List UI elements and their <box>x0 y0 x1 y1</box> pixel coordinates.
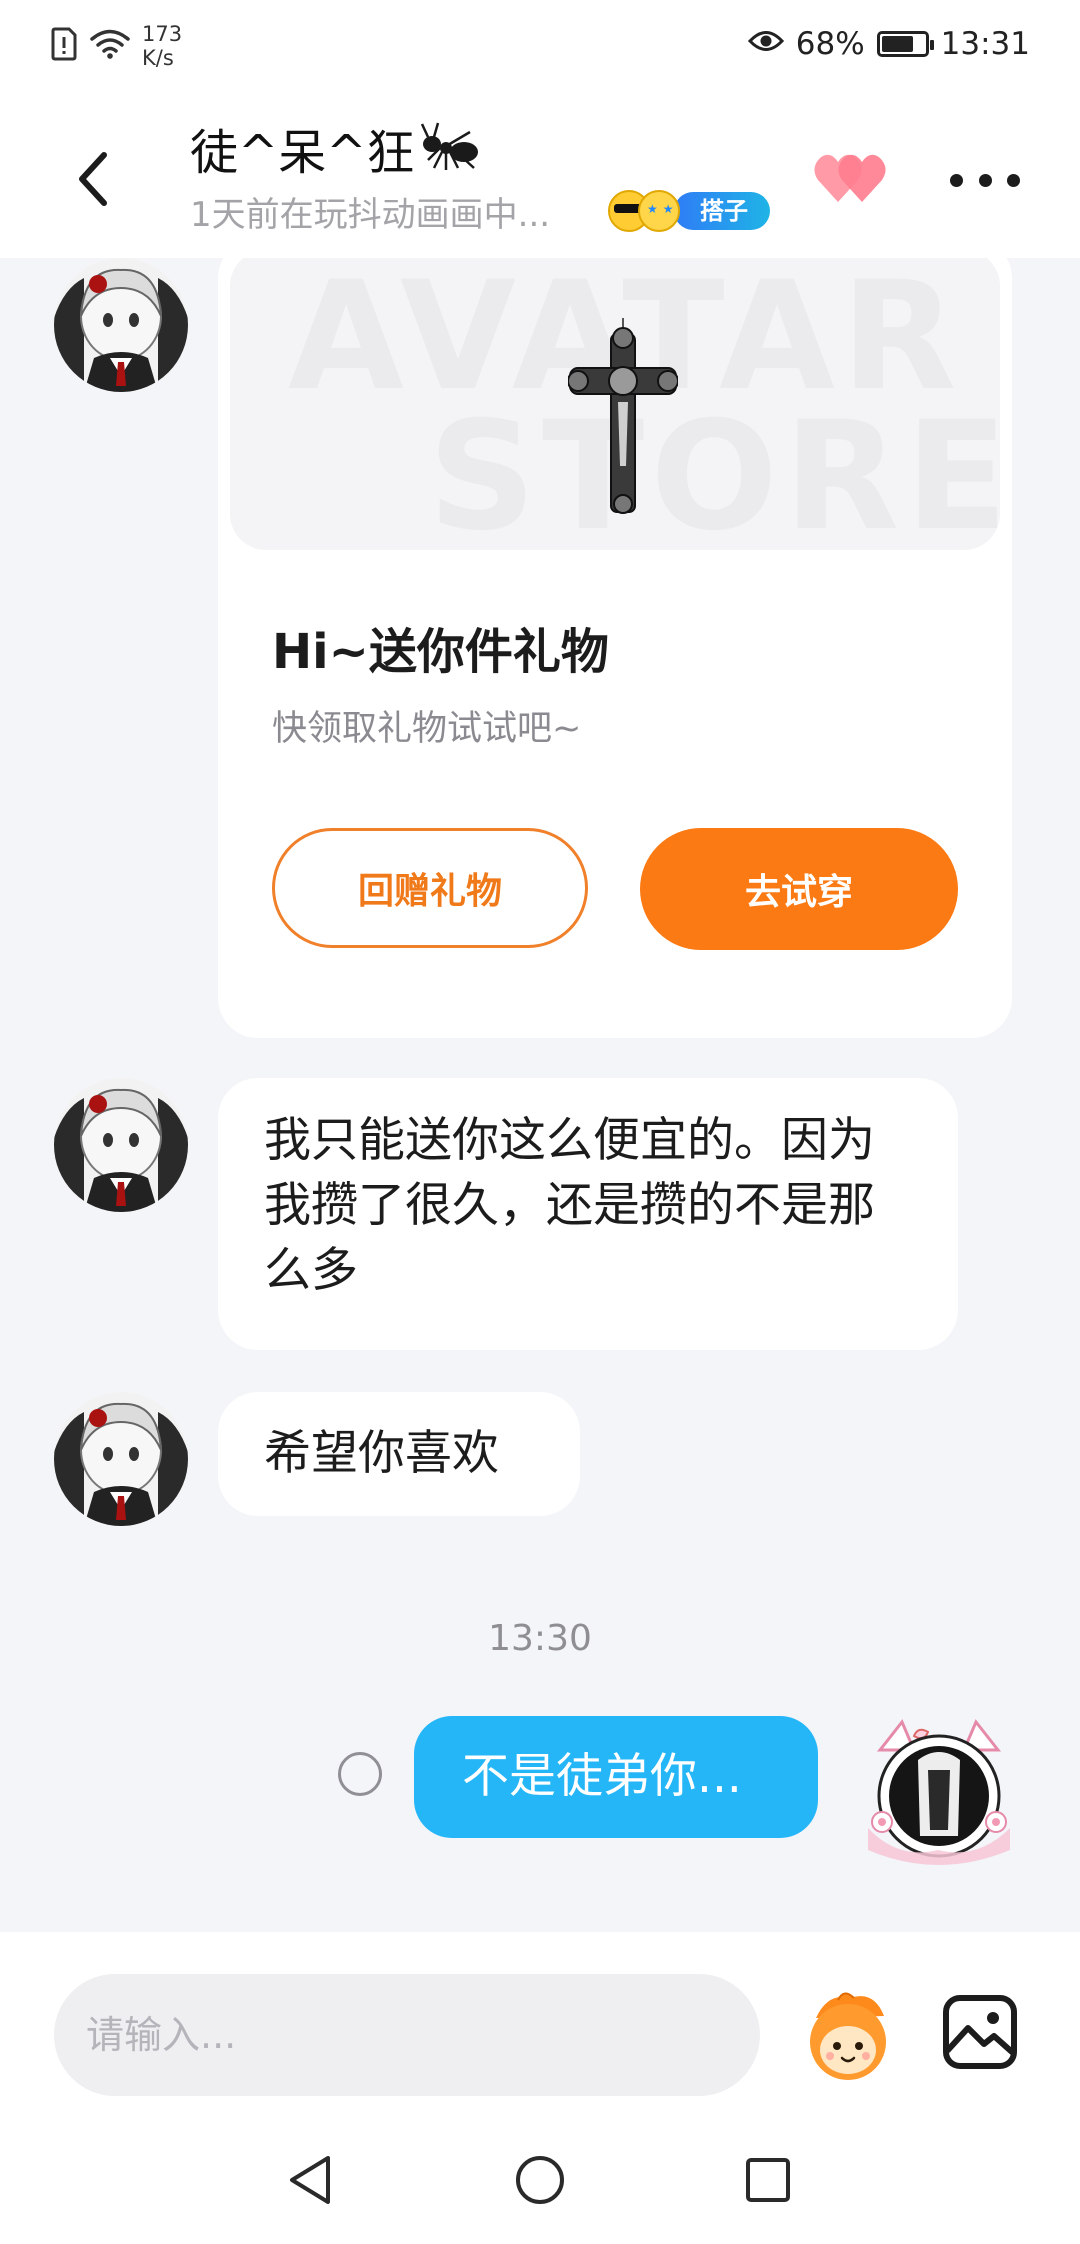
input-bar <box>0 1932 1080 2112</box>
network-speed-value: 173 <box>142 22 183 46</box>
message-input[interactable] <box>54 1974 760 2096</box>
relation-badge[interactable]: ★★ 搭子 <box>608 190 770 232</box>
system-nav-bar <box>0 2112 1080 2244</box>
status-bar: 173 K/s 68% 13:31 <box>0 0 1080 100</box>
nav-back-button[interactable] <box>284 2152 336 2208</box>
message-bubble[interactable]: 希望你喜欢 <box>218 1392 580 1516</box>
contact-name-text: 徒^呆^狂 <box>190 125 415 181</box>
clock: 13:31 <box>940 26 1030 62</box>
heart-icon <box>814 154 886 202</box>
status-right: 68% 13:31 <box>747 26 1030 62</box>
store-watermark-line2: STORE <box>428 390 1000 550</box>
ant-icon <box>418 118 482 188</box>
battery-level-fill <box>881 36 913 52</box>
sending-status-icon <box>338 1752 382 1796</box>
gift-subtitle: 快领取礼物试试吧~ <box>272 709 582 749</box>
heart-button[interactable] <box>812 148 892 208</box>
relation-badge-label: 搭子 <box>674 192 770 230</box>
square-recent-icon <box>746 2158 790 2202</box>
contact-status: 1天前在玩抖动画画中... <box>190 195 551 235</box>
my-message-text: 不是徒弟你... <box>462 1749 742 1804</box>
battery-icon <box>876 31 934 57</box>
message-text: 希望你喜欢 <box>264 1426 499 1481</box>
contact-avatar[interactable] <box>54 1392 188 1526</box>
cross-necklace-icon <box>568 318 678 514</box>
image-button[interactable] <box>942 1994 1018 2070</box>
battery-percent: 68% <box>795 26 865 62</box>
triangle-back-icon <box>290 2156 330 2204</box>
chat-header: 徒^呆^狂 1天前在玩抖动画画中... ★★ 搭子 <box>0 100 1080 258</box>
message-bubble[interactable]: 我只能送你这么便宜的。因为我攒了很久，还是攒的不是那么多 <box>218 1078 958 1350</box>
back-button[interactable] <box>62 144 122 214</box>
back-icon <box>79 152 107 206</box>
message-timestamp: 13:30 <box>488 1618 592 1659</box>
emoji-button[interactable] <box>798 1988 898 2084</box>
message-text: 我只能送你这么便宜的。因为我攒了很久，还是攒的不是那么多 <box>264 1113 875 1298</box>
contact-avatar[interactable] <box>54 258 188 392</box>
gift-title: Hi~送你件礼物 <box>272 624 609 680</box>
contact-avatar[interactable] <box>54 1078 188 1212</box>
wifi-icon <box>90 28 130 64</box>
chat-area[interactable]: AVATAR STORE Hi~送你件礼物 快领取礼物试试吧~ 回赠礼物 去试穿 <box>0 258 1080 1932</box>
try-on-button[interactable]: 去试穿 <box>640 828 958 950</box>
star-eyes-face-icon: ★★ <box>638 190 680 232</box>
more-button[interactable] <box>950 155 1020 205</box>
sim-alert-icon <box>50 27 78 65</box>
nav-home-button[interactable] <box>514 2154 566 2206</box>
status-left: 173 K/s <box>50 22 182 70</box>
gift-image[interactable]: AVATAR STORE <box>230 258 1000 550</box>
eye-icon <box>747 26 784 62</box>
my-message-bubble[interactable]: 不是徒弟你... <box>414 1716 818 1838</box>
image-icon <box>943 1995 1017 2069</box>
contact-name[interactable]: 徒^呆^狂 <box>190 118 482 188</box>
circle-home-icon <box>516 2156 564 2204</box>
return-gift-button[interactable]: 回赠礼物 <box>272 828 588 948</box>
network-speed-unit: K/s <box>142 46 174 70</box>
my-avatar[interactable] <box>858 1710 1020 1872</box>
gift-card[interactable]: AVATAR STORE Hi~送你件礼物 快领取礼物试试吧~ 回赠礼物 去试穿 <box>218 258 1012 1038</box>
more-icon <box>950 173 963 187</box>
network-speed: 173 K/s <box>142 22 182 70</box>
nav-recent-button[interactable] <box>744 2156 792 2204</box>
mascot-emoji-icon <box>810 1992 886 2080</box>
